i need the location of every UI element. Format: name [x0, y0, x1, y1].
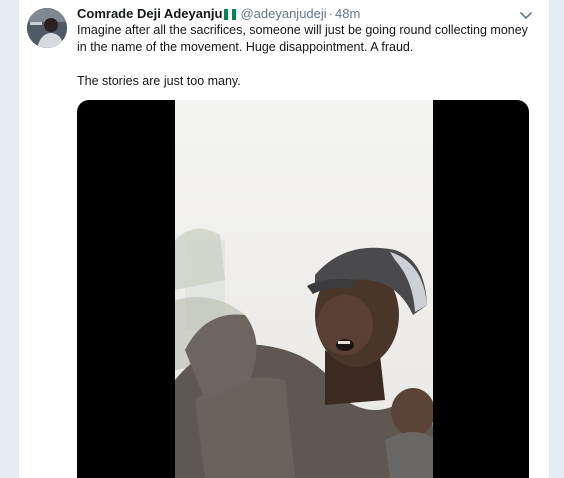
- author-handle[interactable]: @adeyanjudeji: [240, 5, 326, 23]
- tweet-card[interactable]: Comrade Deji Adeyanju @adeyanjudeji · 48…: [18, 0, 550, 478]
- avatar[interactable]: [27, 8, 67, 48]
- separator-dot: ·: [328, 6, 333, 21]
- author-name[interactable]: Comrade Deji Adeyanju: [77, 5, 222, 23]
- chevron-down-icon[interactable]: [519, 10, 533, 20]
- nigeria-flag-icon: [224, 8, 237, 20]
- tweet-paragraph-1: Imagine after all the sacrifices, someon…: [77, 23, 528, 54]
- tweet-paragraph-2: The stories are just too many.: [77, 74, 241, 88]
- video-frame: [175, 100, 433, 478]
- tweet-timestamp[interactable]: 48m: [335, 5, 360, 23]
- video-thumbnail: [175, 100, 433, 478]
- tweet-text: Imagine after all the sacrifices, someon…: [77, 22, 537, 90]
- avatar-image: [27, 8, 67, 48]
- video-player[interactable]: [77, 100, 529, 478]
- tweet-header: Comrade Deji Adeyanju @adeyanjudeji · 48…: [77, 5, 360, 23]
